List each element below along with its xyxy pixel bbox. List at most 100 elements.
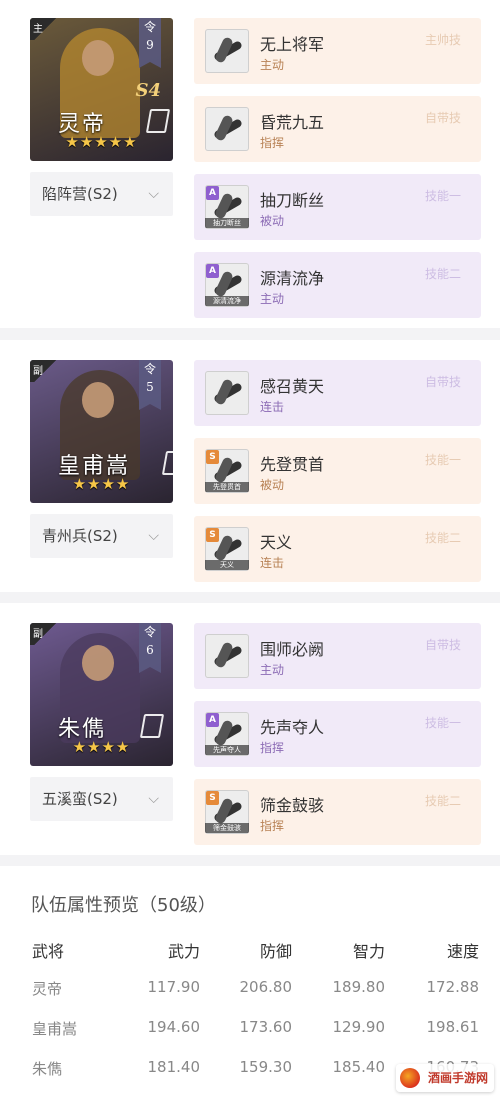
skill-card[interactable]: S 先登贯首 先登贯首 被动 技能一 — [194, 438, 481, 504]
skill-slot-label: 主帅技 — [424, 33, 461, 47]
skill-icon: S 先登贯首 — [205, 449, 249, 493]
stats-cell-force: 117.90 — [147, 978, 201, 996]
stats-cell-defense: 159.30 — [239, 1058, 293, 1076]
skill-name: 先声夺人 — [260, 718, 325, 737]
skill-slot-label: 技能二 — [424, 267, 461, 281]
site-logo-icon — [400, 1068, 420, 1088]
skill-card[interactable]: 围师必阙主动 自带技 — [194, 623, 481, 689]
hero-face-image — [82, 645, 114, 681]
stats-cell-hero: 朱儁 — [32, 1060, 63, 1078]
stats-cell-intelligence: 129.90 — [332, 1018, 386, 1036]
skill-slot-label: 技能二 — [424, 531, 461, 545]
skill-type: 主动 — [260, 663, 285, 677]
hero-portrait-card[interactable]: 主令 9 S4 灵帝 ★★★★★ — [30, 18, 173, 161]
skill-slot-label: 自带技 — [424, 638, 461, 652]
skill-icon-caption: 抽刀断丝 — [205, 218, 249, 228]
skill-icon-caption: 天义 — [205, 560, 249, 570]
skill-card[interactable]: S 筛金鼓骇 筛金鼓骇 指挥 技能二 — [194, 779, 481, 845]
skill-type: 主动 — [260, 58, 285, 72]
stats-cell-force: 194.60 — [147, 1018, 201, 1036]
stats-header-defense: 防御 — [259, 942, 292, 961]
stats-cell-hero: 灵帝 — [32, 980, 63, 998]
hero-star-rating: ★★★★ — [72, 738, 131, 756]
skill-card[interactable]: A 抽刀断丝 抽刀断丝 被动 技能一 — [194, 174, 481, 240]
chevron-down-icon: ⌵ — [148, 186, 159, 202]
skill-slot-label: 自带技 — [424, 375, 461, 389]
skill-slot-label: 技能一 — [424, 716, 461, 730]
stats-cell-intelligence: 185.40 — [332, 1058, 386, 1076]
skill-card[interactable]: S 天义 天义 连击 技能二 — [194, 516, 481, 582]
hero-portrait-card[interactable]: 副令 5 皇甫嵩 ★★★★ — [30, 360, 173, 503]
skill-name: 昏荒九五 — [260, 113, 325, 132]
stats-header-force: 武力 — [167, 942, 200, 961]
hero-portrait-card[interactable]: 副令 6 朱儁 ★★★★ — [30, 623, 173, 766]
skill-type: 被动 — [260, 214, 285, 228]
stats-row: 皇甫嵩 194.60 173.60 129.90 198.61 — [0, 1008, 500, 1048]
skill-type: 被动 — [260, 478, 285, 492]
hero-face-image — [82, 40, 114, 76]
stats-header-hero: 武将 — [32, 942, 65, 961]
chevron-down-icon: ⌵ — [148, 791, 159, 807]
skill-icon-caption: 筛金鼓骇 — [205, 823, 249, 833]
stats-cell-force: 181.40 — [147, 1058, 201, 1076]
chevron-down-icon: ⌵ — [148, 528, 159, 544]
skill-icon: S 天义 — [205, 527, 249, 571]
troop-type-dropdown[interactable]: 青州兵(S2) ⌵ — [30, 514, 173, 558]
skill-type: 指挥 — [260, 136, 285, 150]
hero-role-tag: 主 — [30, 18, 56, 40]
hero-face-image — [82, 382, 114, 418]
shield-icon — [139, 714, 165, 738]
skill-name: 先登贯首 — [260, 455, 325, 474]
stats-row: 灵帝 117.90 206.80 189.80 172.88 — [0, 968, 500, 1008]
troop-type-dropdown[interactable]: 陷阵营(S2) ⌵ — [30, 172, 173, 216]
stats-header-intelligence: 智力 — [352, 942, 385, 961]
skill-name: 天义 — [260, 533, 293, 552]
skill-card[interactable]: A 先声夺人 先声夺人指挥 技能一 — [194, 701, 481, 767]
stats-cell-intelligence: 189.80 — [332, 978, 386, 996]
skill-icon: A 抽刀断丝 — [205, 185, 249, 229]
stats-cell-speed: 198.61 — [426, 1018, 480, 1036]
skill-icon-caption: 先登贯首 — [205, 482, 249, 492]
skill-grade-badge: A — [206, 186, 219, 200]
skill-grade-badge: A — [206, 264, 219, 278]
skill-name: 围师必阙 — [260, 640, 325, 659]
skill-slot-label: 技能二 — [424, 794, 461, 808]
stats-cell-defense: 173.60 — [239, 1018, 293, 1036]
skill-card[interactable]: 昏荒九五 指挥 自带技 — [194, 96, 481, 162]
shield-icon — [145, 109, 171, 133]
skill-grade-badge: S — [206, 791, 219, 805]
skill-icon — [205, 29, 249, 73]
skill-icon-caption: 源清流净 — [205, 296, 249, 306]
troop-type-label: 五溪蛮(S2) — [42, 790, 118, 808]
skill-icon — [205, 107, 249, 151]
skill-card[interactable]: 无上将军主动 主帅技 — [194, 18, 481, 84]
hero-star-rating: ★★★★ — [72, 475, 131, 493]
skill-slot-label: 技能一 — [424, 453, 461, 467]
hero-level-badge: 令 6 — [139, 623, 161, 673]
skill-grade-badge: A — [206, 713, 219, 727]
stats-header-row: 武将 武力 防御 智力 速度 — [0, 928, 500, 968]
skill-name: 源清流净 — [260, 269, 325, 288]
skill-type: 主动 — [260, 292, 285, 306]
watermark-text: 酒画手游网 — [427, 1071, 488, 1085]
hero-season-mark: S4 — [135, 80, 161, 101]
hero-role-tag: 副 — [30, 360, 56, 382]
skill-card[interactable]: 感召黄天 连击 自带技 — [194, 360, 481, 426]
skill-card[interactable]: A 源清流净 源清流净 主动 技能二 — [194, 252, 481, 318]
skill-type: 指挥 — [260, 741, 285, 755]
skill-type: 连击 — [260, 556, 285, 570]
hero-level-badge: 令 5 — [139, 360, 161, 410]
troop-type-dropdown[interactable]: 五溪蛮(S2) ⌵ — [30, 777, 173, 821]
skill-icon: A 先声夺人 — [205, 712, 249, 756]
hero-role-tag: 副 — [30, 623, 56, 645]
skill-grade-badge: S — [206, 528, 219, 542]
skill-name: 无上将军 — [260, 35, 325, 54]
stats-title: 队伍属性预览（50级） — [31, 895, 216, 916]
skill-type: 指挥 — [260, 819, 285, 833]
skill-name: 抽刀断丝 — [260, 191, 325, 210]
skill-type: 连击 — [260, 400, 285, 414]
troop-type-label: 陷阵营(S2) — [42, 185, 118, 203]
skill-name: 筛金鼓骇 — [260, 796, 325, 815]
hero-level-badge: 令 9 — [139, 18, 161, 68]
stats-cell-defense: 206.80 — [239, 978, 293, 996]
